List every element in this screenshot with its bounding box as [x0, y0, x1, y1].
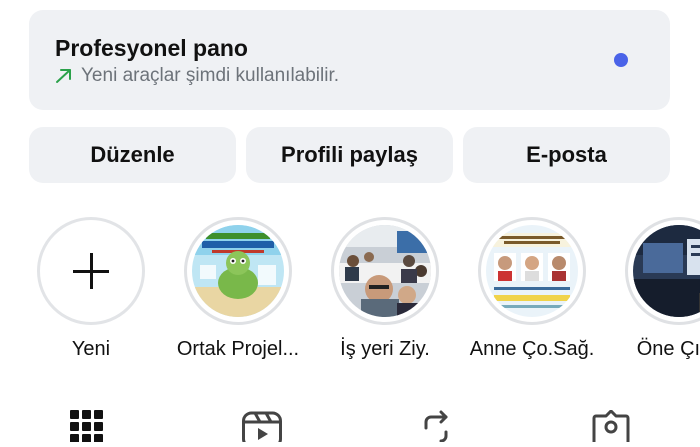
notification-dot — [614, 53, 628, 67]
professional-dashboard-card[interactable]: Profesyonel pano Yeni araçlar şimdi kull… — [29, 10, 670, 110]
dashboard-subtitle: Yeni araçlar şimdi kullanılabilir. — [81, 65, 340, 86]
highlight-ring — [37, 217, 145, 325]
email-button[interactable]: E-posta — [463, 127, 670, 183]
highlight-is-yeri[interactable]: İş yeri Ziy. — [327, 217, 443, 360]
highlight-cover-image — [486, 225, 578, 317]
highlight-label: Ortak Projel... — [176, 338, 300, 360]
highlight-ring — [331, 217, 439, 325]
trending-up-arrow-icon — [55, 68, 73, 84]
highlight-label: Öne Çıka — [636, 338, 700, 360]
grid-icon[interactable] — [70, 410, 104, 447]
edit-profile-button[interactable]: Düzenle — [29, 127, 236, 183]
dashboard-title: Profesyonel pano — [55, 35, 248, 61]
repost-icon[interactable] — [418, 410, 454, 447]
highlight-ring — [184, 217, 292, 325]
highlight-cover-image — [192, 225, 284, 317]
highlight-ring — [625, 217, 700, 325]
highlight-cover-image — [633, 225, 700, 317]
share-profile-button[interactable]: Profili paylaş — [246, 127, 453, 183]
plus-icon — [45, 225, 137, 317]
highlight-label: Yeni — [71, 338, 111, 360]
reels-icon[interactable] — [242, 410, 282, 447]
highlight-label: İş yeri Ziy. — [340, 338, 430, 360]
highlight-one-cikanlar[interactable]: Öne Çıka — [621, 217, 700, 360]
highlight-label: Anne Ço.Sağ. — [469, 338, 595, 360]
tagged-icon[interactable] — [592, 409, 630, 447]
highlight-new[interactable]: Yeni — [33, 217, 149, 360]
highlight-anne-cocuk[interactable]: Anne Ço.Sağ. — [470, 217, 594, 360]
highlight-cover-image — [339, 225, 431, 317]
highlight-ring — [478, 217, 586, 325]
highlight-ortak-projeler[interactable]: Ortak Projel... — [177, 217, 299, 360]
dashboard-subtitle-row: Yeni araçlar şimdi kullanılabilir. — [55, 65, 339, 87]
